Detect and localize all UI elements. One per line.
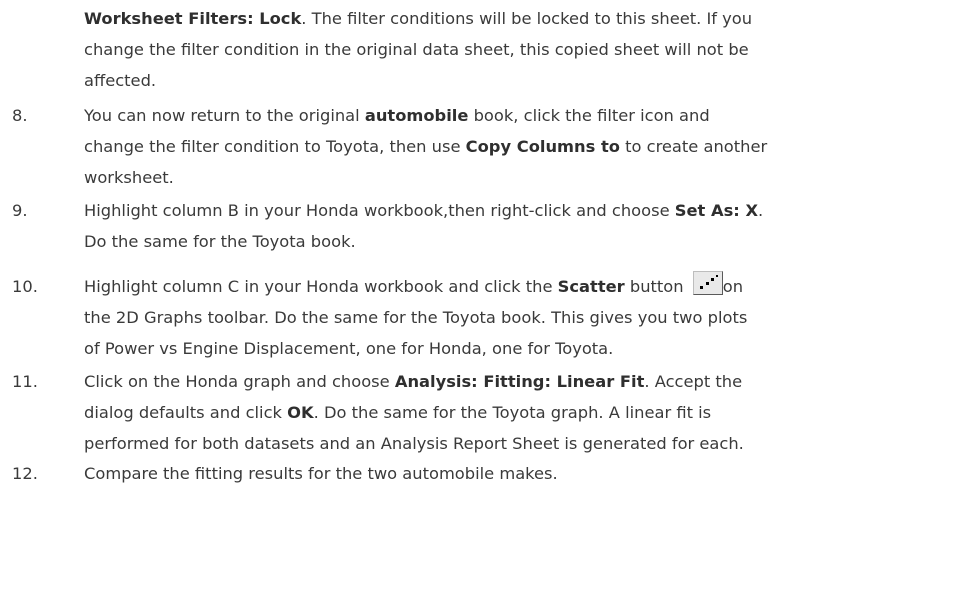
worksheet-filters-lock-menu-path: Worksheet Filters: Lock (84, 9, 302, 28)
step-number: 10. (12, 277, 38, 296)
step-8-line2-c: to create another (619, 137, 768, 156)
step-11-line1-a: Click on the Honda graph and choose (84, 372, 395, 391)
intro-text-line1: . The filter conditions will be locked t… (301, 9, 753, 28)
intro-text-line3: affected. (84, 71, 157, 90)
step-12-text: Compare the fitting results for the two … (84, 458, 954, 489)
step-12-line1: Compare the fitting results for the two … (84, 464, 558, 483)
step-8-text: You can now return to the original autom… (84, 100, 954, 193)
linear-fit-menu-path: Analysis: Fitting: Linear Fit (394, 372, 645, 391)
step-9-line2: Do the same for the Toyota book. (84, 232, 356, 251)
step-11-line3: performed for both datasets and an Analy… (84, 434, 744, 453)
step-11-line1-c: . Accept the (644, 372, 743, 391)
automobile-book-name: automobile (364, 106, 469, 125)
step-9-text: Highlight column B in your Honda workboo… (84, 195, 954, 257)
document-page: Worksheet Filters: Lock. The filter cond… (0, 0, 967, 603)
step-11-text: Click on the Honda graph and choose Anal… (84, 366, 954, 459)
step-8-line1-c: book, click the filter icon and (468, 106, 710, 125)
copy-columns-to-command: Copy Columns to (465, 137, 620, 156)
step-10-line1-c: button (624, 277, 689, 296)
step-7-continuation: Worksheet Filters: Lock. The filter cond… (84, 3, 956, 96)
step-number: 9. (12, 201, 28, 220)
step-10-line1-a: Highlight column C in your Honda workboo… (84, 277, 558, 296)
step-8-line3: worksheet. (84, 168, 174, 187)
step-10-text: Highlight column C in your Honda workboo… (84, 271, 954, 364)
step-8: 8. You can now return to the original au… (0, 100, 958, 193)
step-10: 10. Highlight column C in your Honda wor… (0, 271, 958, 364)
step-number: 12. (12, 464, 38, 483)
step-8-line2-a: change the filter condition to Toyota, t… (84, 137, 466, 156)
step-9-line1-c: . (758, 201, 764, 220)
step-10-line1-d: on (722, 277, 744, 296)
step-11-line2-c: . Do the same for the Toyota graph. A li… (313, 403, 712, 422)
step-number: 8. (12, 106, 28, 125)
step-11: 11. Click on the Honda graph and choose … (0, 366, 958, 459)
step-8-line1-a: You can now return to the original (84, 106, 365, 125)
step-number: 11. (12, 372, 38, 391)
step-12: 12. Compare the fitting results for the … (0, 458, 958, 489)
set-as-x-command: Set As: X (674, 201, 759, 220)
step-9-line1-a: Highlight column B in your Honda workboo… (84, 201, 675, 220)
step-9: 9. Highlight column B in your Honda work… (0, 195, 958, 257)
step-10-line3: of Power vs Engine Displacement, one for… (84, 339, 614, 358)
scatter-command: Scatter (557, 277, 625, 296)
intro-text-line2: change the filter condition in the origi… (84, 40, 749, 59)
step-10-line2: the 2D Graphs toolbar. Do the same for t… (84, 308, 748, 327)
step-11-line2-a: dialog defaults and click (84, 403, 288, 422)
ok-button-label: OK (287, 403, 314, 422)
scatter-plot-icon[interactable] (692, 271, 723, 295)
